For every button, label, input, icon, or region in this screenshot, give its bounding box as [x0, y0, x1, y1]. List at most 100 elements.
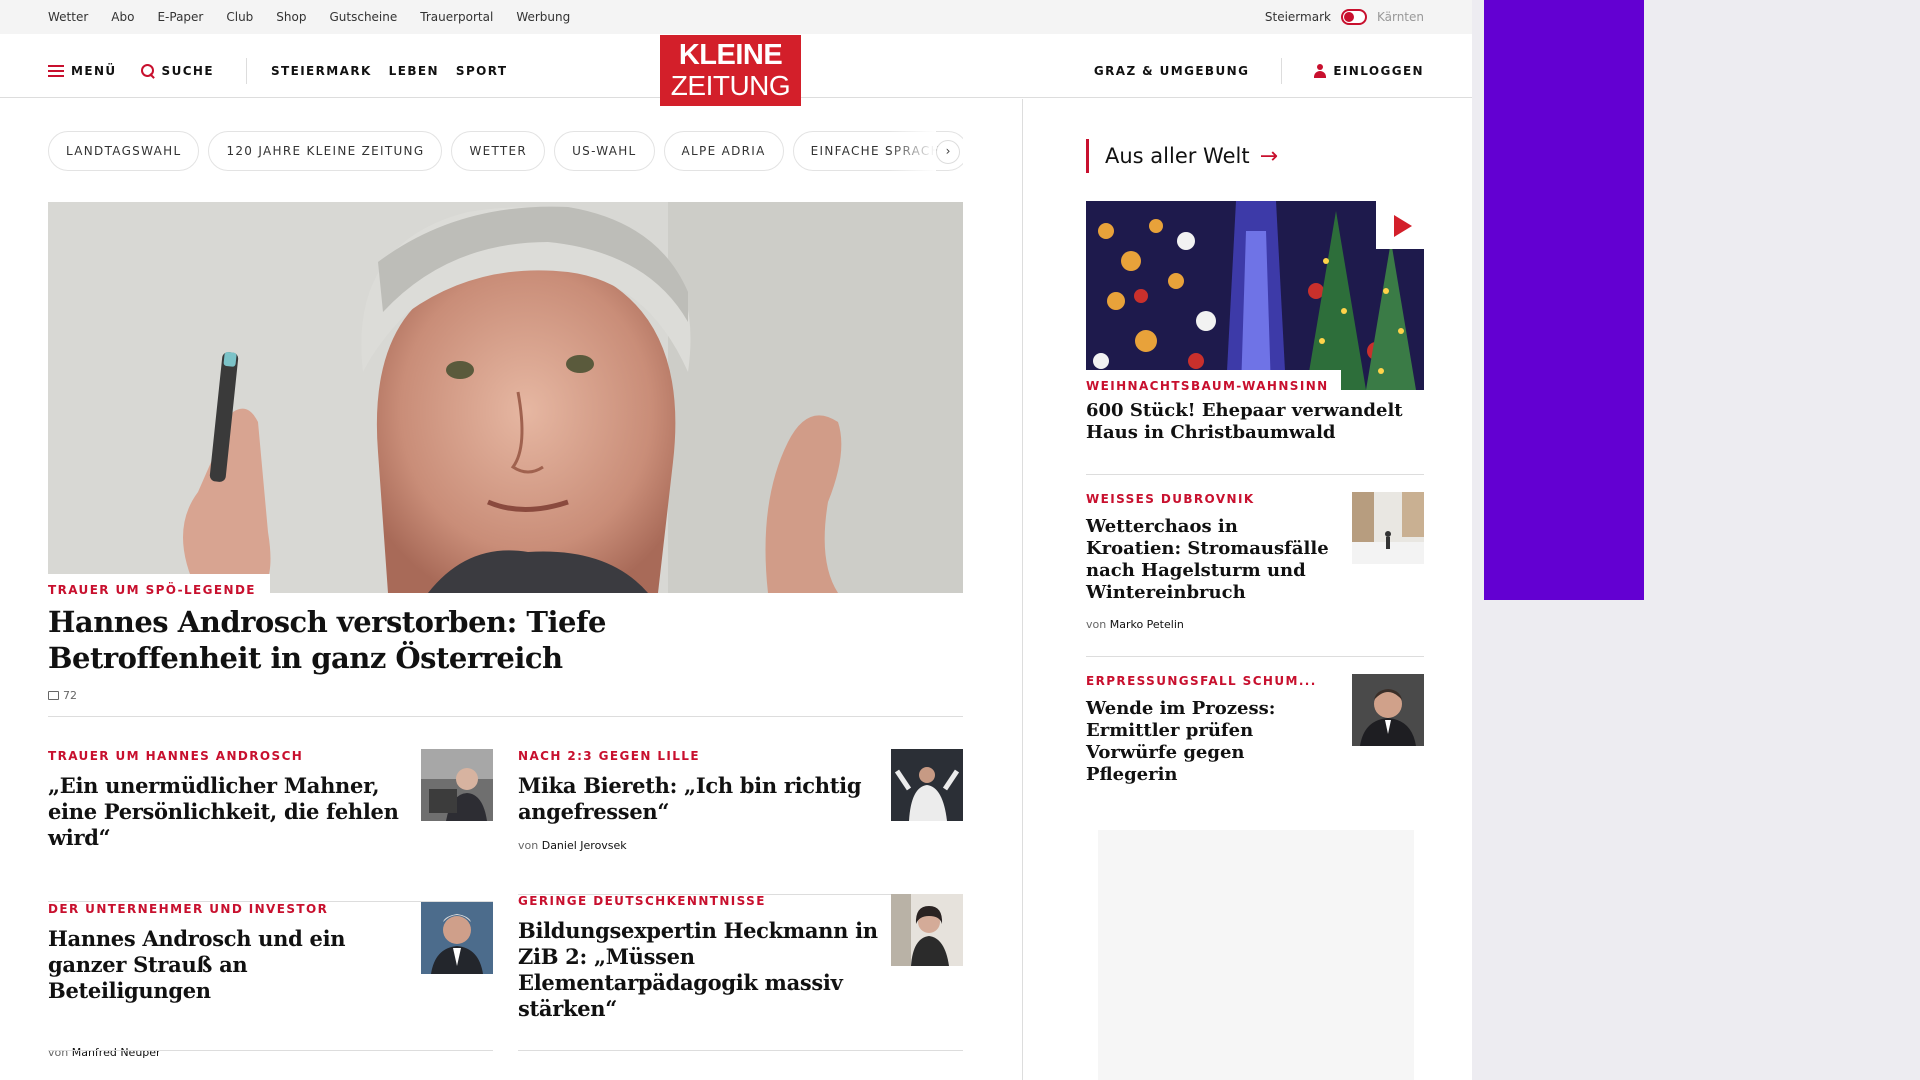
section-title-link[interactable]: Aus aller Welt → [1086, 139, 1424, 173]
main-column: LANDTAGSWAHL 120 JAHRE KLEINE ZEITUNG WE… [48, 99, 963, 1059]
article-rule [48, 1050, 493, 1051]
utility-bar: Wetter Abo E-Paper Club Shop Gutscheine … [0, 0, 1472, 34]
utility-link-abo[interactable]: Abo [111, 10, 134, 24]
menu-button[interactable]: MENÜ [48, 64, 117, 78]
article-card[interactable]: TRAUER UM HANNES ANDROSCH „Ein unermüdli… [48, 749, 493, 902]
nav-leben[interactable]: LEBEN [389, 64, 439, 78]
feature-title[interactable]: 600 Stück! Ehepaar verwandelt Haus in Ch… [1086, 400, 1406, 444]
feature-kicker: WEIHNACHTSBAUM-WAHNSINN [1086, 379, 1329, 390]
thumb-androsch-portrait [421, 902, 493, 974]
login-button[interactable]: EINLOGGEN [1314, 64, 1424, 78]
article-author: von Manfred Neuper [48, 1046, 493, 1059]
topic-chip-us-wahl[interactable]: US-WAHL [554, 131, 655, 171]
utility-link-shop[interactable]: Shop [276, 10, 306, 24]
topic-bar: LANDTAGSWAHL 120 JAHRE KLEINE ZEITUNG WE… [48, 131, 963, 171]
article-thumbnail[interactable] [421, 902, 493, 974]
article-title[interactable]: Mika Biereth: „Ich bin richtig angefress… [518, 773, 878, 825]
utility-link-werbung[interactable]: Werbung [516, 10, 570, 24]
article-title[interactable]: Bildungsexpertin Heckmann in ZiB 2: „Müs… [518, 918, 878, 1022]
article-grid: TRAUER UM HANNES ANDROSCH „Ein unermüdli… [48, 717, 963, 1059]
region-active-label[interactable]: Steiermark [1265, 10, 1331, 24]
search-button[interactable]: SUCHE [140, 64, 214, 78]
topic-chip-landtagswahl[interactable]: LANDTAGSWAHL [48, 131, 200, 171]
sidebar-article[interactable]: ERPRESSUNGSFALL SCHUM... Wende im Prozes… [1086, 656, 1424, 786]
chevron-right-icon[interactable]: › [936, 140, 960, 164]
menu-icon [48, 65, 64, 77]
region-switch: Steiermark Kärnten [1265, 9, 1424, 25]
article-thumbnail[interactable] [1352, 674, 1424, 746]
hero-image[interactable] [48, 202, 963, 593]
author-prefix: von [1086, 618, 1107, 631]
skyscraper-ad[interactable] [1484, 0, 1644, 600]
sidebar-title[interactable]: Wende im Prozess: Ermittler prüfen Vorwü… [1086, 698, 1332, 786]
article-rule [518, 1050, 963, 1051]
region-toggle[interactable] [1340, 9, 1367, 25]
sidebar-article[interactable]: WEISSES DUBROVNIK Wetterchaos in Kroatie… [1086, 474, 1424, 631]
column-divider [1022, 99, 1023, 1080]
play-icon[interactable] [1376, 201, 1424, 249]
thumb-dubrovnik [1352, 492, 1424, 564]
hero-comments[interactable]: 72 [48, 689, 963, 702]
nav-steiermark[interactable]: STEIERMARK [271, 64, 372, 78]
topic-chip-alpe-adria[interactable]: ALPE ADRIA [663, 131, 784, 171]
thumb-schumacher [1352, 674, 1424, 746]
sidebar-title[interactable]: Wetterchaos in Kroatien: Stromausfälle n… [1086, 516, 1332, 604]
comment-icon [48, 691, 59, 700]
header-nav-right: GRAZ & UMGEBUNG EINLOGGEN [1094, 58, 1424, 84]
article-title[interactable]: Hannes Androsch und ein ganzer Strauß an… [48, 926, 408, 1004]
hero-photo-illustration [48, 202, 963, 593]
article-card[interactable]: GERINGE DEUTSCHKENNTNISSE Bildungsexpert… [518, 894, 963, 1051]
nav-graz-umgebung[interactable]: GRAZ & UMGEBUNG [1094, 64, 1249, 78]
logo-line-1: KLEINE [678, 39, 783, 71]
author-prefix: von [518, 839, 539, 852]
site-logo[interactable]: KLEINE ZEITUNG [660, 35, 801, 106]
main-header: MENÜ SUCHE STEIERMARK LEBEN SPORT KLEINE… [0, 34, 1472, 106]
sidebar-author: von Marko Petelin [1086, 618, 1424, 631]
author-prefix: von [48, 1046, 69, 1059]
utility-link-wetter[interactable]: Wetter [48, 10, 88, 24]
search-label: SUCHE [161, 64, 214, 78]
sidebar: Aus aller Welt → WEIHNACHTSBAUM-WAHNSINN… [1086, 99, 1424, 786]
topic-fade [888, 131, 936, 171]
thumb-androsch-car [421, 749, 493, 821]
nav-sport[interactable]: SPORT [456, 64, 508, 78]
article-author: von Daniel Jerovsek [518, 839, 963, 852]
ad-placeholder[interactable] [1098, 830, 1414, 1080]
user-icon [1314, 64, 1327, 78]
article-thumbnail[interactable] [891, 894, 963, 966]
hero-article[interactable]: TRAUER UM SPÖ-LEGENDE Hannes Androsch ve… [48, 202, 963, 702]
region-inactive-label[interactable]: Kärnten [1377, 10, 1424, 24]
utility-link-club[interactable]: Club [226, 10, 253, 24]
article-thumbnail[interactable] [891, 749, 963, 821]
article-card[interactable]: DER UNTERNEHMER UND INVESTOR Hannes Andr… [48, 902, 493, 1059]
author-name[interactable]: Manfred Neuper [72, 1046, 161, 1059]
feature-kicker-box: WEIHNACHTSBAUM-WAHNSINN [1086, 370, 1341, 390]
site-page: Wetter Abo E-Paper Club Shop Gutscheine … [0, 0, 1472, 1080]
article-title[interactable]: „Ein unermüdlicher Mahner, eine Persönli… [48, 773, 408, 851]
header-divider-right [1281, 58, 1283, 84]
thumb-biereth [891, 749, 963, 821]
search-icon [140, 64, 155, 78]
article-thumbnail[interactable] [1352, 492, 1424, 564]
article-thumbnail[interactable] [421, 749, 493, 821]
header-nav-left: MENÜ SUCHE STEIERMARK LEBEN SPORT [48, 58, 507, 84]
article-card[interactable]: NACH 2:3 GEGEN LILLE Mika Biereth: „Ich … [518, 749, 963, 895]
author-name[interactable]: Marko Petelin [1110, 618, 1184, 631]
feature-christmas-illustration [1086, 201, 1424, 390]
hero-title[interactable]: Hannes Androsch verstorben: Tiefe Betrof… [48, 604, 608, 676]
topic-chip-wetter[interactable]: WETTER [451, 131, 546, 171]
author-name[interactable]: Daniel Jerovsek [542, 839, 627, 852]
utility-link-trauerportal[interactable]: Trauerportal [420, 10, 493, 24]
utility-link-gutscheine[interactable]: Gutscheine [329, 10, 397, 24]
menu-label: MENÜ [71, 64, 117, 78]
hero-kicker: TRAUER UM SPÖ-LEGENDE [48, 583, 256, 597]
section-title: Aus aller Welt [1105, 144, 1250, 168]
topic-chip-120-jahre[interactable]: 120 JAHRE KLEINE ZEITUNG [208, 131, 443, 171]
feature-video-thumbnail[interactable]: WEIHNACHTSBAUM-WAHNSINN [1086, 201, 1424, 390]
utility-link-epaper[interactable]: E-Paper [157, 10, 203, 24]
utility-links: Wetter Abo E-Paper Club Shop Gutscheine … [48, 10, 570, 24]
login-label: EINLOGGEN [1333, 64, 1424, 78]
logo-line-2: ZEITUNG [670, 70, 791, 101]
thumb-heckmann [891, 894, 963, 966]
header-divider [245, 58, 247, 84]
